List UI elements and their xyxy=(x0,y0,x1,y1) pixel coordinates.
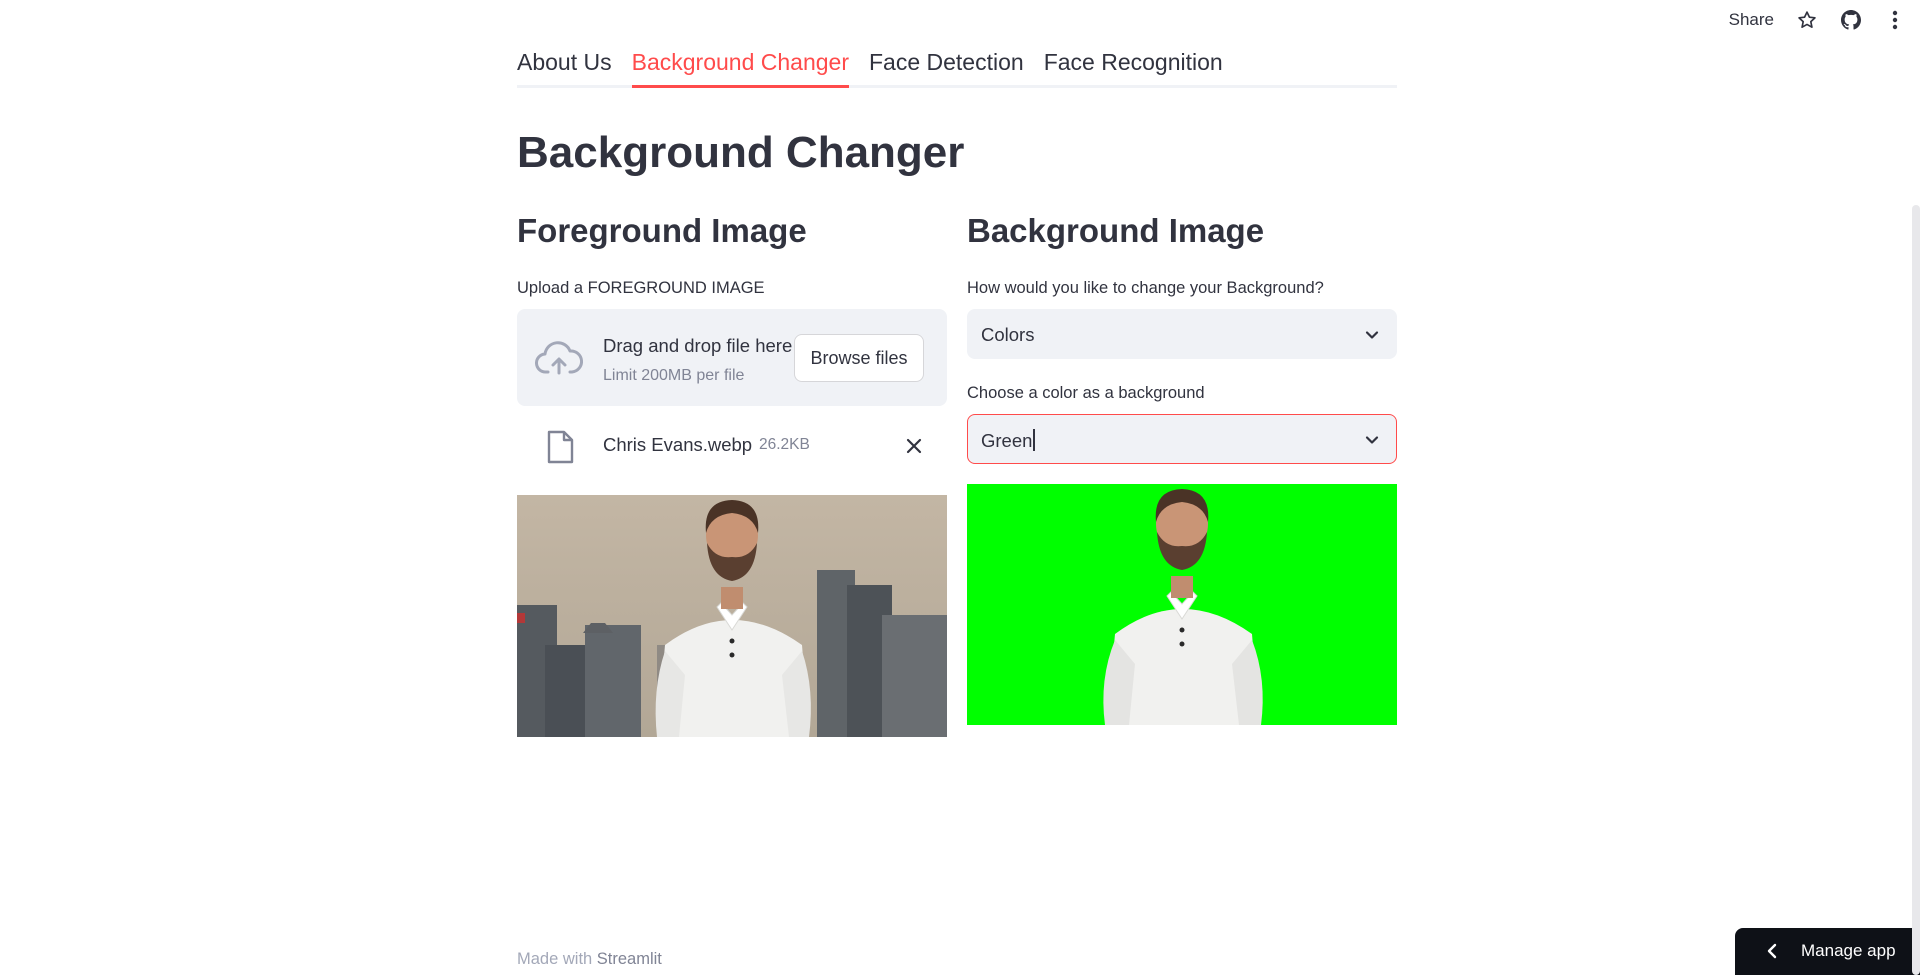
star-icon[interactable] xyxy=(1796,9,1818,31)
chevron-down-icon xyxy=(1364,432,1380,448)
chevron-left-icon xyxy=(1765,943,1779,959)
cloud-upload-icon xyxy=(535,339,584,377)
manage-app-label: Manage app xyxy=(1801,941,1896,960)
tab-face-detection[interactable]: Face Detection xyxy=(869,44,1024,88)
background-title: Background Image xyxy=(967,212,1265,249)
github-icon[interactable] xyxy=(1840,9,1862,31)
tab-background-changer[interactable]: Background Changer xyxy=(631,44,850,88)
share-button[interactable]: Share xyxy=(1729,10,1774,30)
color-select-value[interactable]: Green xyxy=(981,429,1035,452)
method-select[interactable]: Colors xyxy=(967,309,1397,359)
text-cursor xyxy=(1033,429,1035,451)
app-toolbar: Share xyxy=(1729,6,1906,34)
foreground-title: Foreground Image xyxy=(517,212,807,249)
manage-app-button[interactable]: Manage app xyxy=(1735,928,1920,975)
tab-bar: About Us Background Changer Face Detecti… xyxy=(517,44,1397,88)
uploaded-file: Chris Evans.webp 26.2KB xyxy=(517,420,947,470)
file-name: Chris Evans.webp xyxy=(603,434,753,455)
tab-face-recognition[interactable]: Face Recognition xyxy=(1044,44,1223,88)
color-select[interactable]: Green xyxy=(967,414,1397,464)
color-select-text: Green xyxy=(981,430,1033,451)
remove-file-icon[interactable] xyxy=(902,434,926,458)
more-vertical-icon[interactable] xyxy=(1884,9,1906,31)
file-icon xyxy=(546,430,574,464)
method-label: How would you like to change your Backgr… xyxy=(967,279,1324,297)
page-scrollbar[interactable] xyxy=(1912,205,1920,975)
chevron-down-icon xyxy=(1364,327,1380,343)
background-preview-image xyxy=(967,484,1397,725)
dropzone-limit: Limit 200MB per file xyxy=(603,367,745,384)
footer-brand-link[interactable]: Streamlit xyxy=(597,950,662,968)
file-size: 26.2KB xyxy=(759,436,810,453)
upload-label: Upload a FOREGROUND IMAGE xyxy=(517,279,765,297)
page-title: Background Changer xyxy=(517,128,965,177)
footer-made-with: Made with xyxy=(517,950,593,968)
browse-files-button[interactable]: Browse files xyxy=(794,334,924,382)
dropzone-title: Drag and drop file here xyxy=(603,335,793,356)
file-dropzone[interactable]: Drag and drop file here Limit 200MB per … xyxy=(517,309,947,406)
color-label: Choose a color as a background xyxy=(967,384,1205,402)
footer: Made with Streamlit xyxy=(517,950,662,969)
method-select-value: Colors xyxy=(981,324,1035,345)
tab-about-us[interactable]: About Us xyxy=(517,44,612,88)
foreground-image xyxy=(517,495,947,737)
